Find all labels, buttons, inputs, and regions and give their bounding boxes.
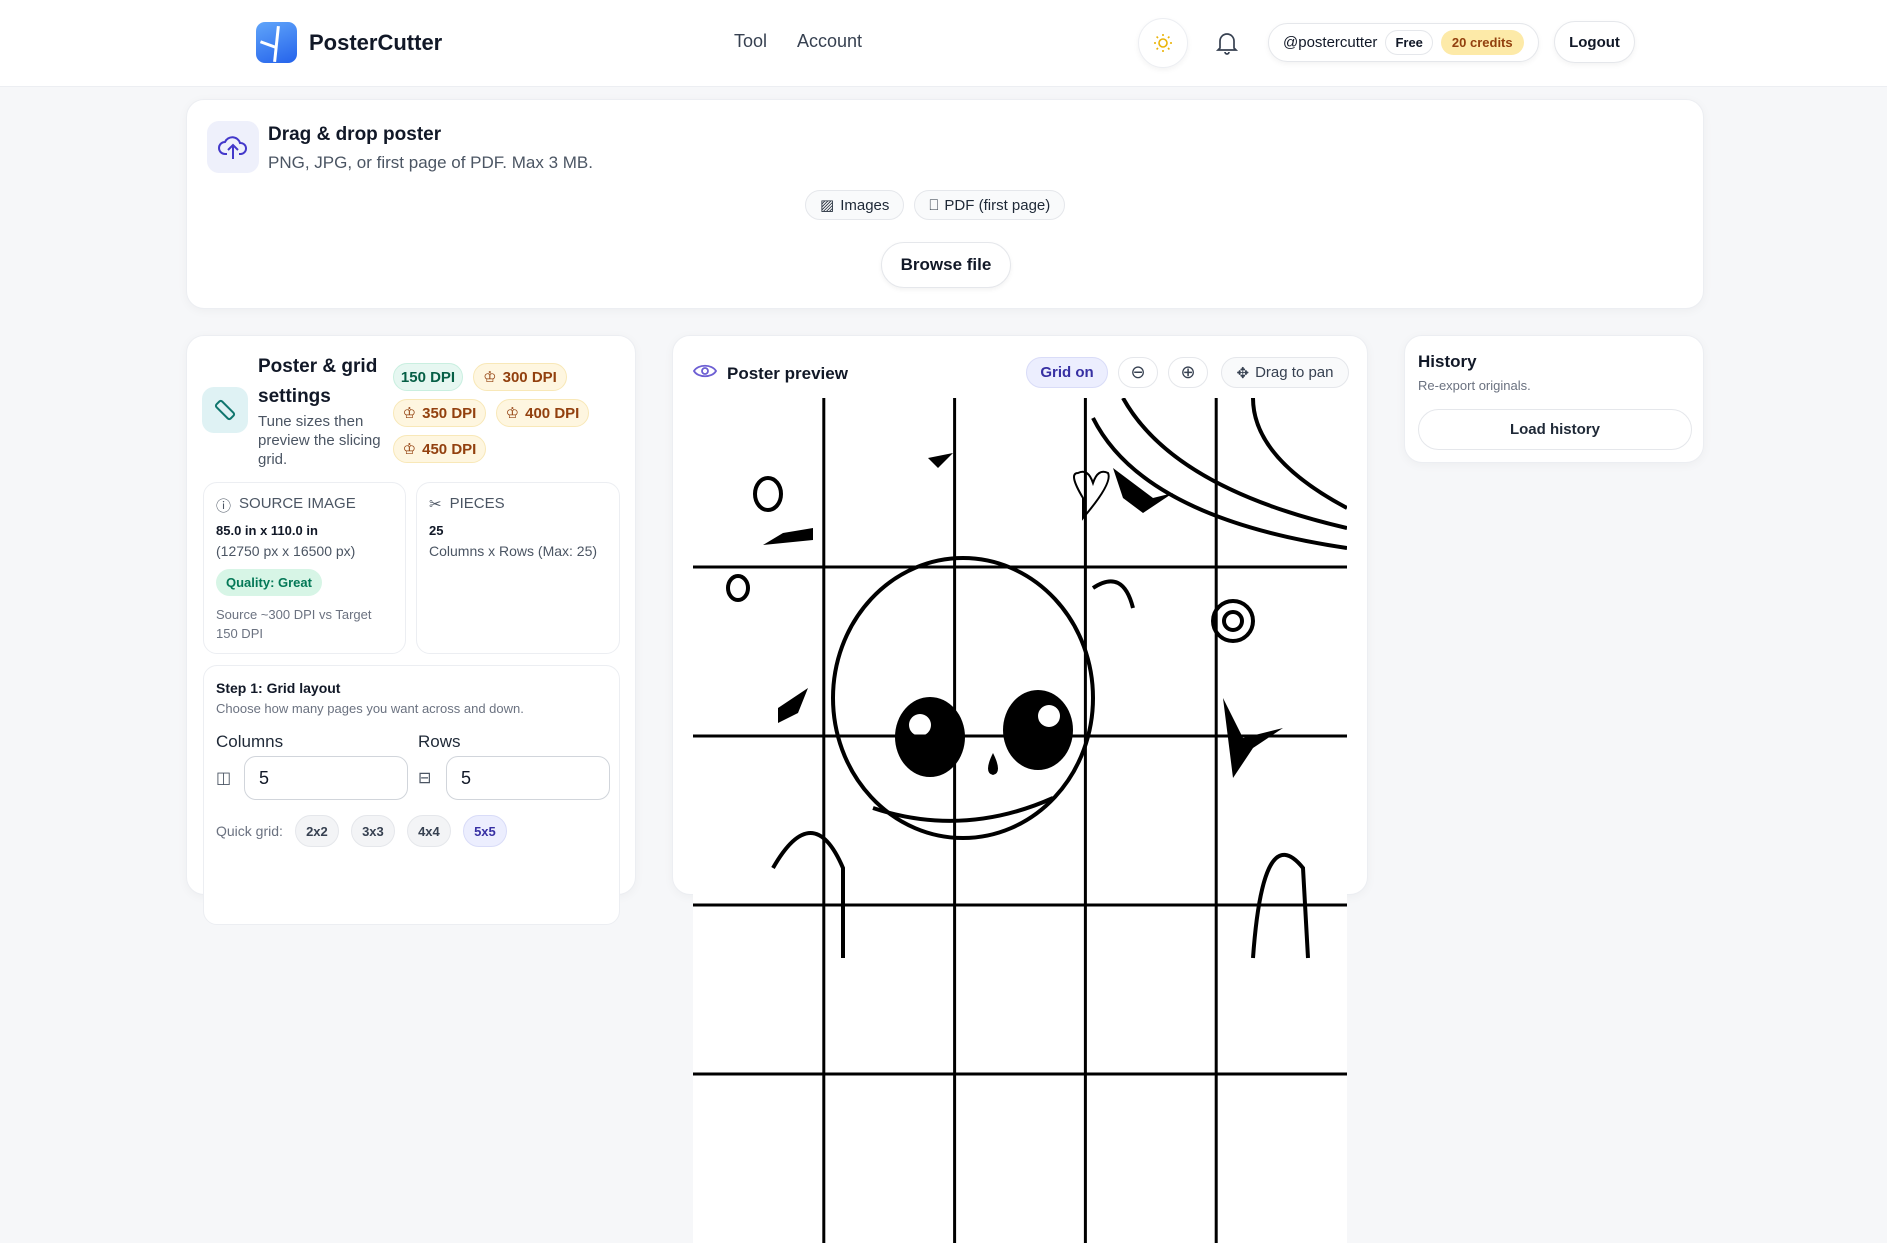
move-icon: ✥ — [1236, 364, 1250, 382]
rows-input[interactable]: 5 — [446, 756, 610, 800]
rows-icon: ⊟ — [418, 770, 432, 787]
zoom-in-icon: ⊕ — [1180, 362, 1196, 382]
image-icon: ▨ — [820, 197, 835, 214]
pieces-label: PIECES — [449, 495, 505, 512]
chip-label: PDF (first page) — [944, 196, 1051, 214]
chip-label: Images — [840, 196, 890, 214]
dpi-300[interactable]: ♔ 300 DPI — [473, 363, 567, 391]
drag-to-pan-button[interactable]: ✥ Drag to pan — [1221, 357, 1349, 388]
poster-canvas[interactable] — [693, 398, 1347, 1243]
step1-desc: Choose how many pages you want across an… — [216, 701, 524, 716]
upload-title: Drag & drop poster — [268, 124, 442, 145]
pdf-chip: ⎕ PDF (first page) — [914, 190, 1066, 220]
quick-grid-4x4[interactable]: 4x4 — [406, 815, 451, 847]
dpi-450[interactable]: ♔ 450 DPI — [393, 435, 486, 463]
columns-input[interactable]: 5 — [244, 756, 408, 800]
settings-card: Poster & grid settings Tune sizes then p… — [186, 335, 636, 925]
dpi-label: 300 DPI — [502, 368, 557, 386]
preview-card: Poster preview Grid on ⊖ ⊕ ✥ Drag to pan — [672, 335, 1368, 1243]
nav-tool[interactable]: Tool — [734, 31, 767, 52]
settings-title: Poster & grid settings — [258, 356, 378, 407]
load-history-button[interactable]: Load history — [1418, 409, 1692, 450]
eye-icon — [692, 362, 718, 385]
crown-icon: ♔ — [483, 369, 497, 386]
crown-icon: ♔ — [505, 405, 520, 422]
quick-grid-3x3[interactable]: 3x3 — [350, 815, 395, 847]
plan-badge: Free — [1385, 30, 1433, 55]
user-pill[interactable]: @postercutter Free 20 credits — [1268, 23, 1539, 62]
pieces-panel: ✂ PIECES 25 Columns x Rows (Max: 25) — [416, 482, 620, 654]
nav-account[interactable]: Account — [797, 31, 862, 52]
top-nav-bar: PosterCutter Tool Account @postercutter … — [0, 0, 1887, 87]
source-pixels: (12750 px x 16500 px) — [216, 543, 356, 559]
dpi-label: 400 DPI — [525, 404, 580, 422]
quick-grid-label: Quick grid: — [216, 823, 283, 839]
dpi-label: 350 DPI — [422, 404, 477, 422]
grid-layout-panel: Step 1: Grid layout Choose how many page… — [203, 665, 620, 925]
brand-name: PosterCutter — [309, 29, 443, 55]
pan-label: Drag to pan — [1255, 364, 1334, 381]
zoom-out-icon: ⊖ — [1130, 362, 1146, 382]
crown-icon: ♔ — [402, 405, 417, 422]
columns-icon: ◫ — [216, 770, 232, 787]
pieces-count: 25 — [429, 523, 444, 538]
quick-grid-5x5[interactable]: 5x5 — [462, 815, 507, 847]
source-note: Source ~300 DPI vs Target 150 DPI — [216, 607, 372, 641]
rows-label: Rows — [418, 732, 461, 751]
source-label: SOURCE IMAGE — [239, 495, 356, 512]
username: @postercutter — [1283, 34, 1378, 51]
upload-cloud-icon — [207, 121, 259, 173]
pieces-note: Columns x Rows (Max: 25) — [429, 543, 598, 559]
preview-title: Poster preview — [727, 363, 848, 383]
upload-subtitle: PNG, JPG, or first page of PDF. Max 3 MB… — [268, 153, 593, 172]
source-size: 85.0 in x 110.0 in — [216, 523, 318, 538]
logo-icon — [256, 22, 297, 63]
sun-icon — [1154, 34, 1172, 52]
images-chip: ▨ Images — [805, 190, 905, 220]
history-subtitle: Re-export originals. — [1418, 378, 1531, 393]
upload-dropzone[interactable]: Drag & drop poster PNG, JPG, or first pa… — [186, 99, 1704, 309]
ruler-icon — [202, 387, 248, 433]
logout-button[interactable]: Logout — [1554, 21, 1635, 63]
dpi-400[interactable]: ♔ 400 DPI — [496, 399, 589, 427]
step1-title: Step 1: Grid layout — [216, 680, 341, 696]
settings-subtitle: Tune sizes then preview the slicing grid… — [258, 413, 381, 468]
brand-logo[interactable]: PosterCutter — [256, 22, 442, 63]
history-title: History — [1418, 352, 1477, 371]
quality-badge: Quality: Great — [216, 569, 322, 596]
source-image-panel: ⓘ SOURCE IMAGE 85.0 in x 110.0 in (12750 … — [203, 482, 406, 654]
dpi-label: 450 DPI — [422, 440, 477, 458]
bell-icon[interactable] — [1215, 30, 1239, 61]
crown-icon: ♔ — [402, 441, 417, 458]
credits-badge: 20 credits — [1440, 30, 1524, 55]
dpi-350[interactable]: ♔ 350 DPI — [393, 399, 486, 427]
zoom-out-button[interactable]: ⊖ — [1118, 357, 1158, 388]
scissors-icon: ✂ — [429, 496, 442, 513]
zoom-in-button[interactable]: ⊕ — [1168, 357, 1208, 388]
quick-grid-2x2[interactable]: 2x2 — [294, 815, 339, 847]
poster-image — [693, 398, 1347, 1243]
info-icon: ⓘ — [216, 498, 232, 515]
dpi-150[interactable]: 150 DPI — [393, 363, 463, 391]
file-alert-icon: ⎕ — [929, 196, 939, 214]
columns-label: Columns — [216, 732, 284, 751]
grid-toggle-button[interactable]: Grid on — [1026, 357, 1108, 388]
theme-toggle-button[interactable] — [1138, 18, 1188, 68]
browse-file-button[interactable]: Browse file — [881, 242, 1011, 288]
history-card: History Re-export originals. Load histor… — [1404, 335, 1704, 463]
